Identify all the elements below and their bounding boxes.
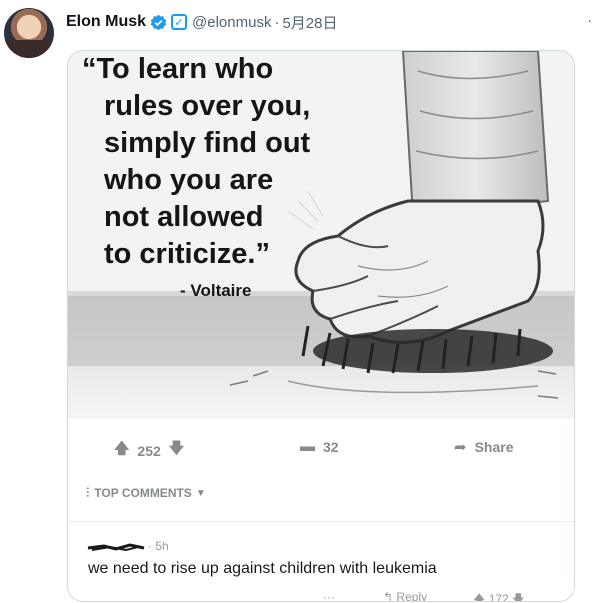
upvote-arrow-icon[interactable]: 🡅 [114,438,129,463]
meme-image: “To learn who rules over you, simply fin… [68,51,574,419]
vote-count: 252 [137,442,161,459]
comment-vote-count: 172 [488,592,509,602]
downvote-arrow-icon[interactable]: 🡇 [512,592,524,601]
quote-line: simply find out [104,127,311,159]
quote-line: “To learn who [82,53,274,85]
top-comments-sort[interactable]: ⫶ TOP COMMENTS ▼ [86,485,206,501]
comment-vote-control: 🡅 172 🡇 [473,590,524,602]
media-card[interactable]: “To learn who rules over you, simply fin… [67,50,575,602]
quote-line: to criticize.” [104,238,270,270]
quote-text: “To learn who rules over you, simply fin… [82,51,342,273]
vote-control: 🡅 252 🡇 [114,438,192,463]
upvote-arrow-icon[interactable]: 🡅 [473,592,485,601]
comment-actions: ··· ↰ Reply 🡅 172 🡇 [68,590,574,602]
downvote-arrow-icon[interactable]: 🡇 [169,438,184,463]
comment-body: we need to rise up against children with… [88,560,437,577]
tweet-header: Elon Musk ✓ @elonmusk · 5月28日 [66,11,337,33]
reply-button[interactable]: ↰ Reply [383,590,428,602]
quote-line: not allowed [104,201,264,233]
quote-author: - Voltaire [180,281,252,300]
comment-more-button[interactable]: ··· [323,590,335,601]
share-arrow-icon: ➦ [454,439,467,456]
comments-button[interactable]: ▬ 32 [300,438,339,455]
quote-line: rules over you, [104,90,311,122]
comment-meta: · 5h [86,538,169,554]
chevron-down-icon: ▼ [195,487,206,499]
share-button[interactable]: ➦ Share [454,438,514,456]
comment-count: 32 [323,438,339,455]
top-comments-label: TOP COMMENTS [94,486,192,500]
comment-icon: ▬ [300,438,315,455]
divider [68,521,574,522]
author-handle[interactable]: @elonmusk [192,14,271,31]
reply-icon: ↰ [383,590,394,602]
author-name[interactable]: Elon Musk [66,13,146,31]
avatar[interactable] [4,8,54,58]
share-label: Share [474,439,514,455]
tweet-date[interactable]: 5月28日 [282,12,337,33]
redacted-username [86,540,146,552]
quote-line: who you are [104,164,274,196]
comment-time: · 5h [148,539,169,553]
reply-label: Reply [396,590,428,602]
affiliate-badge-icon: ✓ [171,14,188,30]
ellipsis-icon[interactable]: · [587,12,592,28]
sort-bars-icon: ⫶ [86,485,90,500]
verified-check-icon [150,14,167,30]
post-actions-bar: 🡅 252 🡇 ▬ 32 ➦ Share [68,419,574,475]
separator: · [274,13,280,31]
